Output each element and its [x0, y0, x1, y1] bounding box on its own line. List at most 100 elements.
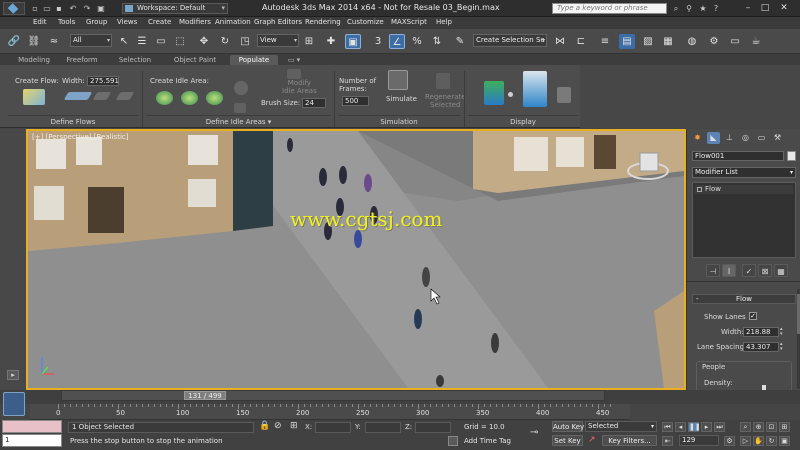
add-time-tag-button[interactable]: Add Time Tag [464, 437, 511, 445]
zoom-extents-icon[interactable]: ⊡ [766, 422, 777, 432]
set-key-icon[interactable]: ⊸ [530, 427, 538, 438]
isolate-selection-icon[interactable]: ⊘ [274, 421, 282, 431]
time-slider[interactable]: 131 / 499 [61, 390, 605, 401]
edit-named-selection-icon[interactable]: ✎ [452, 34, 468, 49]
show-lanes-checkbox[interactable]: ✓ [749, 312, 757, 320]
menu-edit[interactable]: Edit [33, 18, 47, 26]
zoom-all-icon[interactable]: ⊕ [753, 422, 764, 432]
search-icon[interactable]: ⌕ [671, 4, 681, 14]
rotate-icon[interactable]: ↻ [217, 34, 233, 49]
goto-start-icon[interactable]: ⏮ [662, 422, 673, 432]
create-flow-icon[interactable] [23, 89, 45, 105]
goto-end-icon[interactable]: ⏭ [714, 422, 725, 432]
close-button[interactable]: ✕ [777, 2, 791, 14]
selection-lock-icon[interactable]: 🔒 [259, 421, 270, 431]
curve-editor-icon[interactable]: ▨ [640, 34, 656, 49]
pan-icon[interactable]: ✋ [753, 436, 764, 446]
menu-group[interactable]: Group [86, 18, 107, 26]
schematic-view-icon[interactable]: ▦ [660, 34, 676, 49]
key-set-dropdown[interactable]: Selected ▾ [585, 421, 657, 432]
pin-stack-icon[interactable]: ⊣ [706, 264, 720, 277]
spinner-arrows-icon[interactable]: ▴ ▾ [780, 342, 785, 352]
object-color-swatch[interactable] [787, 151, 796, 161]
align-icon[interactable]: ⊏ [573, 34, 589, 49]
save-icon[interactable]: ▪ [54, 4, 64, 14]
mirror-icon[interactable]: ⋈ [552, 34, 568, 49]
display-dropdown-icon[interactable] [508, 92, 513, 97]
snaps-toggle-icon[interactable]: 3 [370, 34, 386, 49]
flow-width-input[interactable]: 275.591 [87, 76, 119, 86]
perspective-viewport[interactable]: [+] [Perspective] [Realistic] www.cgtsj.… [26, 129, 686, 390]
flow-rollout-header[interactable]: - Flow [692, 294, 796, 304]
scale-icon[interactable]: ◳ [237, 34, 253, 49]
select-by-name-icon[interactable]: ☰ [134, 34, 150, 49]
delete-simulation-icon[interactable] [557, 87, 571, 103]
key-mode-toggle-icon[interactable]: ⇤ [662, 436, 673, 446]
next-frame-icon[interactable]: ▸ [701, 422, 712, 432]
menu-customize[interactable]: Customize [347, 18, 384, 26]
current-frame-input[interactable]: 129 [679, 435, 719, 446]
simulate-button-label[interactable]: Simulate [386, 95, 417, 103]
field-of-view-icon[interactable]: ▷ [740, 436, 751, 446]
orbit-icon[interactable]: ↻ [766, 436, 777, 446]
idle-area-circle-icon[interactable] [156, 91, 173, 105]
time-tag-icon[interactable] [448, 436, 458, 446]
idle-area-freeform-icon[interactable] [181, 91, 198, 105]
percent-snap-icon[interactable]: % [409, 34, 425, 49]
select-manipulate-icon[interactable]: ✚ [323, 34, 339, 49]
menu-views[interactable]: Views [117, 18, 137, 26]
reference-coordinate-dropdown[interactable]: View ▾ [257, 34, 299, 47]
key-filters-button[interactable]: Key Filters... [602, 435, 657, 446]
window-crossing-icon[interactable]: ⬚ [172, 34, 188, 49]
hierarchy-tab-icon[interactable]: ⊥ [723, 132, 736, 144]
lane-width-input[interactable]: 218.88 [743, 327, 779, 337]
help-icon[interactable]: ? [711, 4, 721, 14]
zoom-icon[interactable]: ⌕ [740, 422, 751, 432]
ribbon-options-icon[interactable]: ▭ ▾ [284, 55, 304, 65]
menu-help[interactable]: Help [436, 18, 452, 26]
tab-freeform[interactable]: Freeform [62, 55, 102, 65]
menu-animation[interactable]: Animation [215, 18, 251, 26]
modifier-list-dropdown[interactable]: Modifier List ▾ [692, 167, 796, 178]
render-setup-icon[interactable]: ⚙ [706, 34, 722, 49]
lane-spacing-input[interactable]: 43.307 [743, 342, 779, 352]
spinner-snap-icon[interactable]: ⇅ [429, 34, 445, 49]
unlink-icon[interactable]: ⛓ [26, 34, 42, 49]
graphite-toggle-icon[interactable]: ▤ [619, 34, 635, 49]
auto-key-button[interactable]: Auto Key [552, 421, 584, 432]
maxscript-listener-output[interactable] [2, 420, 62, 433]
remove-modifier-icon[interactable]: ⊠ [758, 264, 772, 277]
display-people-icon[interactable] [484, 81, 504, 105]
menu-create[interactable]: Create [148, 18, 171, 26]
maximize-viewport-icon[interactable]: ▣ [779, 436, 790, 446]
viewport-layout-icon[interactable] [3, 392, 25, 416]
stack-item-flow[interactable]: Flow [695, 185, 793, 194]
time-config-icon[interactable]: ⚙ [724, 436, 735, 446]
render-production-icon[interactable]: ☕ [748, 34, 764, 49]
brush-size-input[interactable]: 24 [302, 98, 326, 108]
tab-selection[interactable]: Selection [115, 55, 155, 65]
show-end-result-icon[interactable]: Ⅰ [722, 264, 736, 277]
menu-maxscript[interactable]: MAXScript [391, 18, 427, 26]
maxscript-listener-input[interactable]: 1 [2, 434, 62, 447]
tab-object-paint[interactable]: Object Paint [168, 55, 222, 65]
rendered-frame-icon[interactable]: ▭ [727, 34, 743, 49]
tab-modeling[interactable]: Modeling [14, 55, 54, 65]
display-tab-icon[interactable]: ▭ [755, 132, 768, 144]
viewport-label[interactable]: [+] [Perspective] [Realistic] [32, 133, 128, 141]
key-mode-icon[interactable]: ↗ [588, 435, 596, 445]
create-tab-icon[interactable]: ✸ [691, 132, 704, 144]
frames-input[interactable]: 500 [342, 96, 369, 106]
selection-filter-dropdown[interactable]: All ▾ [70, 34, 112, 47]
menu-modifiers[interactable]: Modifiers [179, 18, 211, 26]
redo-icon[interactable]: ↷ [82, 4, 92, 14]
x-coord-input[interactable] [315, 422, 351, 433]
material-editor-icon[interactable]: ◍ [684, 34, 700, 49]
layer-manager-icon[interactable]: ≡ [597, 34, 613, 49]
make-unique-icon[interactable]: ✓ [742, 264, 756, 277]
select-link-icon[interactable]: 🔗 [6, 34, 22, 49]
simulate-icon[interactable] [388, 70, 408, 90]
expand-arrow-icon[interactable]: ▸ [7, 370, 19, 380]
configure-sets-icon[interactable]: ▦ [774, 264, 788, 277]
keyboard-shortcut-icon[interactable]: ▣ [345, 34, 361, 49]
